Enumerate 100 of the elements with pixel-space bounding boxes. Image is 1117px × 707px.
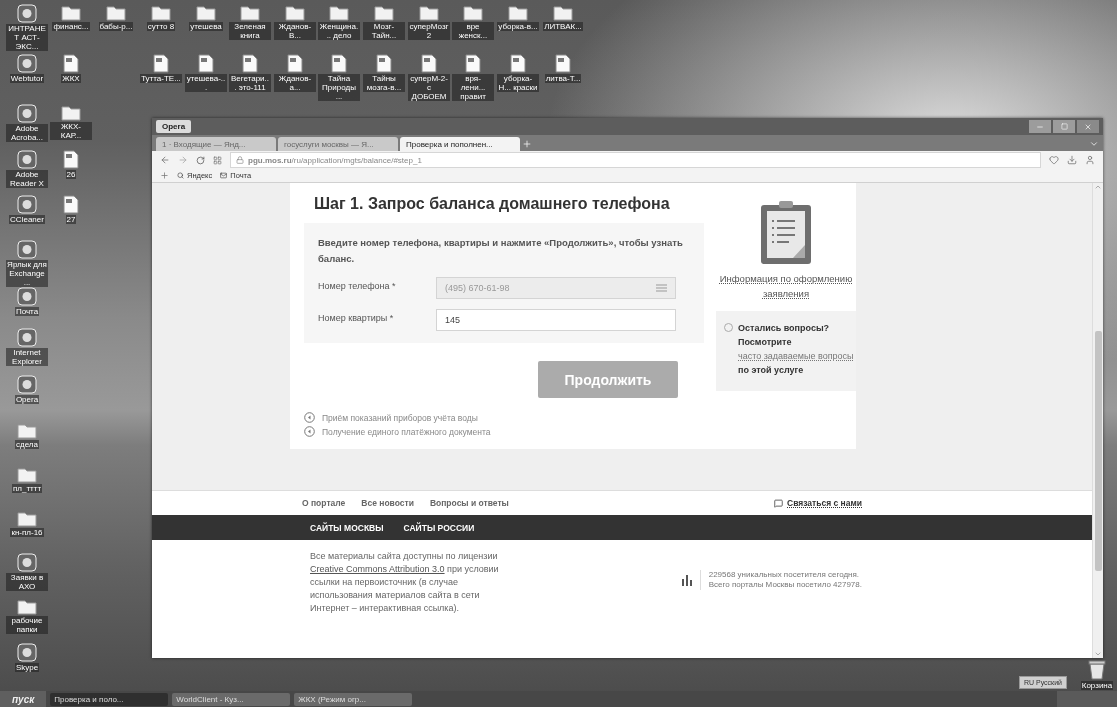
icon-label[interactable]: Тайны мозга-в... — [363, 74, 405, 92]
icon-label[interactable]: финанс... — [52, 22, 90, 31]
icon-label[interactable]: пл_тттт — [11, 484, 43, 493]
shortcut-icon[interactable] — [17, 328, 37, 347]
icon-label[interactable]: Вегетари... это-111 — [229, 74, 271, 92]
icon-label[interactable]: уборка-Н... краски — [497, 74, 539, 92]
icon-label[interactable]: Женщина... дело — [318, 22, 360, 40]
shortcut-icon[interactable] — [17, 287, 37, 306]
shortcut-icon[interactable] — [17, 240, 37, 259]
icon-label[interactable]: ЛИТВАК... — [543, 22, 583, 31]
browser-tab[interactable]: 1 · Входящие — Янд... — [156, 137, 276, 151]
icon-label[interactable]: Ярлык для Exchange ... — [6, 260, 48, 287]
shortcut-icon[interactable] — [17, 375, 37, 394]
folder-icon[interactable] — [17, 510, 37, 527]
icon-label[interactable]: литва-Т... — [544, 74, 582, 83]
browser-tab[interactable]: Проверка и пополнен... — [400, 137, 520, 151]
add-bookmark-icon[interactable] — [160, 171, 169, 180]
icon-label[interactable]: Webtutor — [9, 74, 45, 83]
shortcut-icon[interactable] — [17, 4, 37, 23]
folder-icon[interactable] — [151, 4, 171, 21]
icon-label[interactable]: Жданов-В... — [274, 22, 316, 40]
document-icon[interactable] — [63, 195, 79, 214]
icon-label[interactable]: Skype — [14, 663, 40, 672]
icon-label[interactable]: Internet Explorer — [6, 348, 48, 366]
footer-link[interactable]: Вопросы и ответы — [429, 498, 509, 508]
region-link[interactable]: САЙТЫ РОССИИ — [403, 522, 475, 533]
icon-label[interactable]: Почта — [14, 307, 40, 316]
icon-label[interactable]: Тутта-ТЕ... — [140, 74, 182, 83]
shortcut-icon[interactable] — [17, 150, 37, 169]
icon-label[interactable]: Зеленая книга — [229, 22, 271, 40]
document-icon[interactable] — [465, 54, 481, 73]
icon-label[interactable]: суперМозг 2 — [408, 22, 450, 40]
icon-label[interactable]: утешева — [189, 22, 223, 31]
document-icon[interactable] — [242, 54, 258, 73]
input-field[interactable]: 145 — [436, 309, 676, 331]
taskbar-button[interactable]: WorldClient - Куз... — [172, 692, 291, 706]
start-button[interactable]: пуск — [0, 691, 47, 707]
icon-label[interactable]: суперМ-2-с ДОБОЕМ — [408, 74, 450, 101]
folder-icon[interactable] — [106, 4, 126, 21]
icon-label[interactable]: Корзина — [1080, 681, 1114, 690]
icon-label[interactable]: ЖКХ — [61, 74, 81, 83]
document-icon[interactable] — [198, 54, 214, 73]
back-icon[interactable] — [160, 155, 170, 165]
document-icon[interactable] — [376, 54, 392, 73]
shortcut-icon[interactable] — [17, 553, 37, 572]
shortcut-icon[interactable] — [17, 104, 37, 123]
trash-icon[interactable] — [1088, 660, 1106, 680]
taskbar-button[interactable]: Проверка и поло... — [50, 692, 169, 706]
icon-label[interactable]: уборка-в... — [497, 22, 539, 31]
folder-icon[interactable] — [196, 4, 216, 21]
icon-label[interactable]: CCleaner — [9, 215, 45, 224]
license-link[interactable]: Creative Commons Attribution 3.0 — [310, 564, 445, 574]
footer-link[interactable]: О портале — [302, 498, 346, 508]
document-icon[interactable] — [555, 54, 571, 73]
contact-link[interactable]: Связаться с нами — [774, 498, 862, 508]
address-field[interactable]: pgu.mos.ru/ru/application/mgts/balance/#step_1 — [230, 152, 1041, 168]
related-link[interactable]: Получение единого платёжного документа — [304, 426, 704, 437]
icon-label[interactable]: кн-пл-16 — [10, 528, 44, 537]
icon-label[interactable]: ЖКХ-КАР... — [50, 122, 92, 140]
icon-label[interactable]: ИНТРАНЕТ АСТ-ЭКС... — [6, 24, 48, 51]
icon-label[interactable]: 26 — [65, 170, 77, 179]
document-icon[interactable] — [287, 54, 303, 73]
reload-icon[interactable] — [196, 155, 205, 165]
icon-label[interactable]: Adobe Acroba... — [6, 124, 48, 142]
document-icon[interactable] — [510, 54, 526, 73]
document-icon[interactable] — [331, 54, 347, 73]
related-link[interactable]: Приём показаний приборов учёта воды — [304, 412, 704, 423]
taskbar-button[interactable]: ЖКХ (Режим огр... — [294, 692, 413, 706]
icon-label[interactable]: Жданов-а... — [274, 74, 316, 92]
icon-label[interactable]: утешева-... — [185, 74, 227, 92]
icon-label[interactable]: вре женск... — [452, 22, 494, 40]
region-link[interactable]: САЙТЫ МОСКВЫ — [310, 522, 384, 533]
folder-icon[interactable] — [553, 4, 573, 21]
user-icon[interactable] — [1085, 155, 1095, 165]
icon-label[interactable]: вря-лени... правит — [452, 74, 494, 101]
shortcut-icon[interactable] — [17, 643, 37, 662]
icon-label[interactable]: 27 — [65, 215, 77, 224]
grid-icon[interactable] — [213, 155, 222, 165]
document-icon[interactable] — [63, 54, 79, 73]
folder-icon[interactable] — [61, 4, 81, 21]
info-link[interactable]: Информация по оформлению заявления — [716, 271, 856, 301]
shortcut-icon[interactable] — [17, 54, 37, 73]
browser-tab[interactable]: госуслуги москвы — Я... — [278, 137, 398, 151]
folder-icon[interactable] — [17, 422, 37, 439]
icon-label[interactable]: Тайна Природы ... — [318, 74, 360, 101]
footer-link[interactable]: Все новости — [361, 498, 414, 508]
shortcut-icon[interactable] — [17, 195, 37, 214]
heart-icon[interactable] — [1049, 155, 1059, 165]
icon-label[interactable]: сдела — [15, 440, 39, 449]
folder-icon[interactable] — [17, 466, 37, 483]
icon-label[interactable]: Opera — [14, 395, 40, 404]
icon-label[interactable]: бабы-р... — [98, 22, 134, 31]
document-icon[interactable] — [153, 54, 169, 73]
document-icon[interactable] — [421, 54, 437, 73]
faq-link[interactable]: часто задаваемые вопросы — [738, 351, 854, 361]
icon-label[interactable]: Adobe Reader X — [6, 170, 48, 188]
icon-label[interactable]: сутто 8 — [146, 22, 176, 31]
icon-label[interactable]: Мозг-Тайн... — [363, 22, 405, 40]
document-icon[interactable] — [63, 150, 79, 169]
icon-label[interactable]: рабочие папки — [6, 616, 48, 634]
